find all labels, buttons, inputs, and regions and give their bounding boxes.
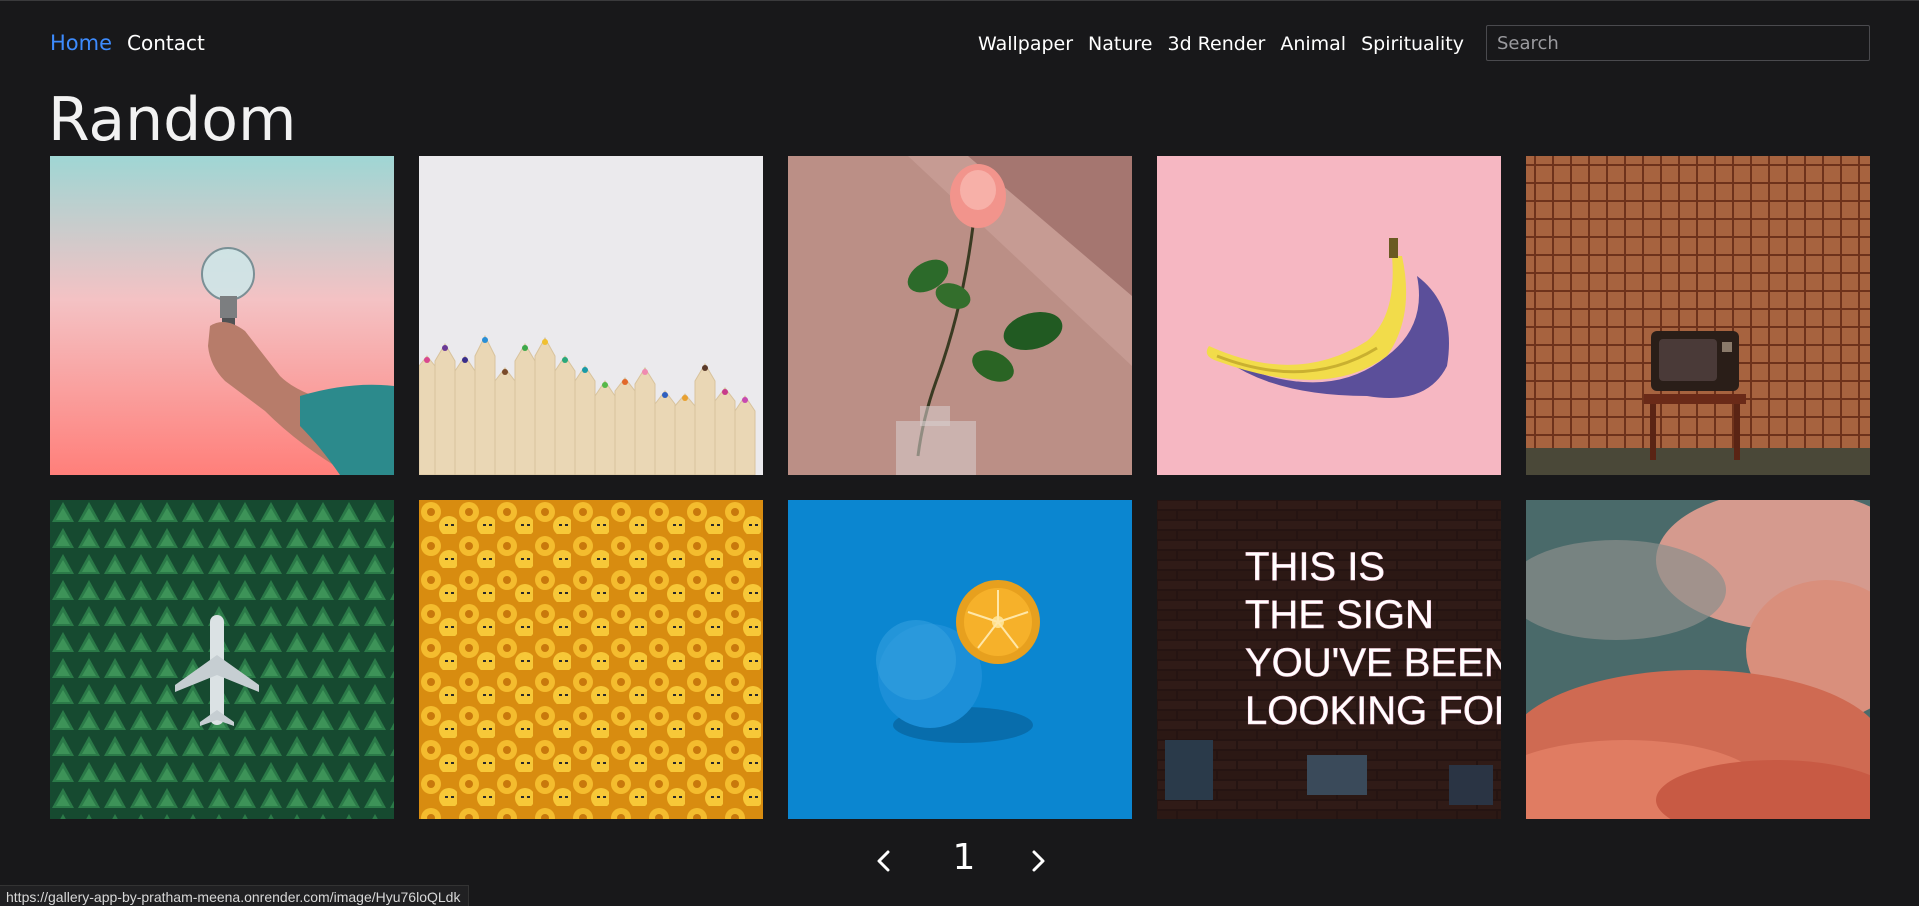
neon-line-4: LOOKING FOR [1245, 689, 1501, 733]
gallery-image-tv[interactable] [1526, 156, 1870, 475]
page: Home Contact Wallpaper Nature 3d Render … [0, 0, 1919, 906]
neon-line-2: THE SIGN [1245, 593, 1434, 637]
search-input[interactable] [1486, 25, 1870, 61]
nav-contact-link[interactable]: Contact [127, 31, 205, 55]
clouds-photo [1526, 500, 1870, 819]
neon-sign-photo: THIS IS THE SIGN YOU'VE BEEN LOOKING FOR [1157, 500, 1501, 819]
blue-orange-photo [788, 500, 1132, 819]
lightbulb-photo [50, 156, 394, 475]
current-page-number: 1 [952, 837, 976, 878]
nav-home-link[interactable]: Home [50, 31, 112, 55]
category-spirituality-link[interactable]: Spirituality [1361, 33, 1464, 55]
navbar: Home Contact Wallpaper Nature 3d Render … [0, 1, 1919, 89]
chevron-right-icon[interactable] [1020, 843, 1056, 879]
image-grid: THIS IS THE SIGN YOU'VE BEEN LOOKING FOR [50, 156, 1870, 819]
gallery-image-airplane-forest[interactable] [50, 500, 394, 819]
gallery-image-pencils[interactable] [419, 156, 763, 475]
gallery-image-blue-orange[interactable] [788, 500, 1132, 819]
neon-line-1: THIS IS [1245, 545, 1385, 589]
gallery-image-clouds[interactable] [1526, 500, 1870, 819]
chevron-left-icon[interactable] [866, 843, 902, 879]
neon-line-3: YOU'VE BEEN [1245, 641, 1501, 685]
toy-heads-photo [419, 500, 763, 819]
pagination: 1 [860, 837, 1060, 887]
gallery-image-rose[interactable] [788, 156, 1132, 475]
forest-photo [50, 500, 394, 819]
gallery-image-lightbulb[interactable] [50, 156, 394, 475]
nav-primary: Home Contact [50, 31, 205, 55]
link-status-bar: https://gallery-app-by-pratham-meena.onr… [0, 885, 470, 906]
gallery-image-toy-heads[interactable] [419, 500, 763, 819]
page-title: Random [48, 85, 297, 155]
pencils-photo [419, 156, 763, 475]
tv-photo [1526, 156, 1870, 475]
category-animal-link[interactable]: Animal [1280, 33, 1346, 55]
nav-categories: Wallpaper Nature 3d Render Animal Spirit… [978, 33, 1464, 55]
category-3d-render-link[interactable]: 3d Render [1167, 33, 1265, 55]
rose-photo [788, 156, 1132, 475]
category-nature-link[interactable]: Nature [1088, 33, 1152, 55]
gallery-image-neon-sign[interactable]: THIS IS THE SIGN YOU'VE BEEN LOOKING FOR [1157, 500, 1501, 819]
category-wallpaper-link[interactable]: Wallpaper [978, 33, 1073, 55]
banana-photo [1157, 156, 1501, 475]
gallery-image-banana[interactable] [1157, 156, 1501, 475]
